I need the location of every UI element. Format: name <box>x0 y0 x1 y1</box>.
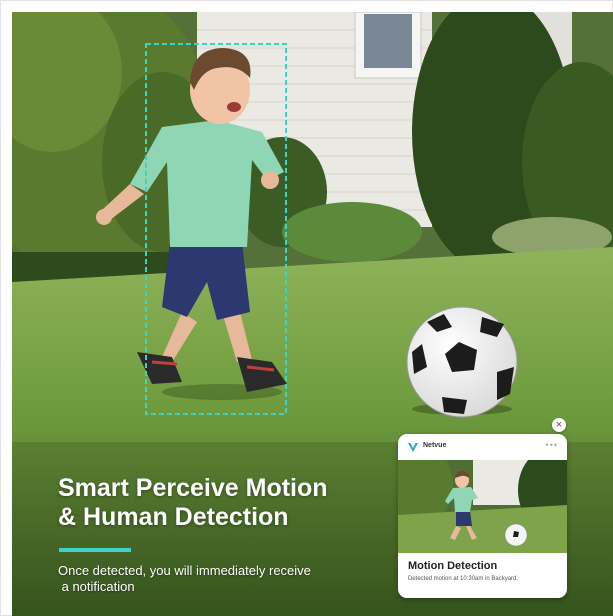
more-icon[interactable]: ••• <box>546 440 558 450</box>
notification-description: Detected motion at 10:30am in Backyard. <box>408 576 519 582</box>
headline-line-2: & Human Detection <box>58 503 289 531</box>
subtext-line-2: a notification <box>58 579 135 594</box>
notification-thumbnail[interactable] <box>398 460 567 553</box>
notification-app-name: Netvue <box>423 442 447 449</box>
thumbnail-scene <box>398 460 567 553</box>
notification-title: Motion Detection <box>408 560 498 572</box>
subtext-line-1: Once detected, you will immediately rece… <box>58 563 311 578</box>
backyard-photo: Smart Perceive Motion & Human Detection … <box>12 12 613 616</box>
subtext: Once detected, you will immediately rece… <box>58 563 348 595</box>
soccer-ball <box>406 306 518 418</box>
netvue-logo-icon <box>408 443 418 452</box>
accent-bar <box>59 548 131 552</box>
headline: Smart Perceive Motion & Human Detection <box>58 474 378 532</box>
close-icon[interactable]: × <box>552 418 566 432</box>
headline-line-1: Smart Perceive Motion <box>58 474 328 502</box>
notification-header: Netvue ••• <box>398 434 567 460</box>
notification-card[interactable]: Netvue ••• Motion Detection Detected mot <box>398 434 567 598</box>
